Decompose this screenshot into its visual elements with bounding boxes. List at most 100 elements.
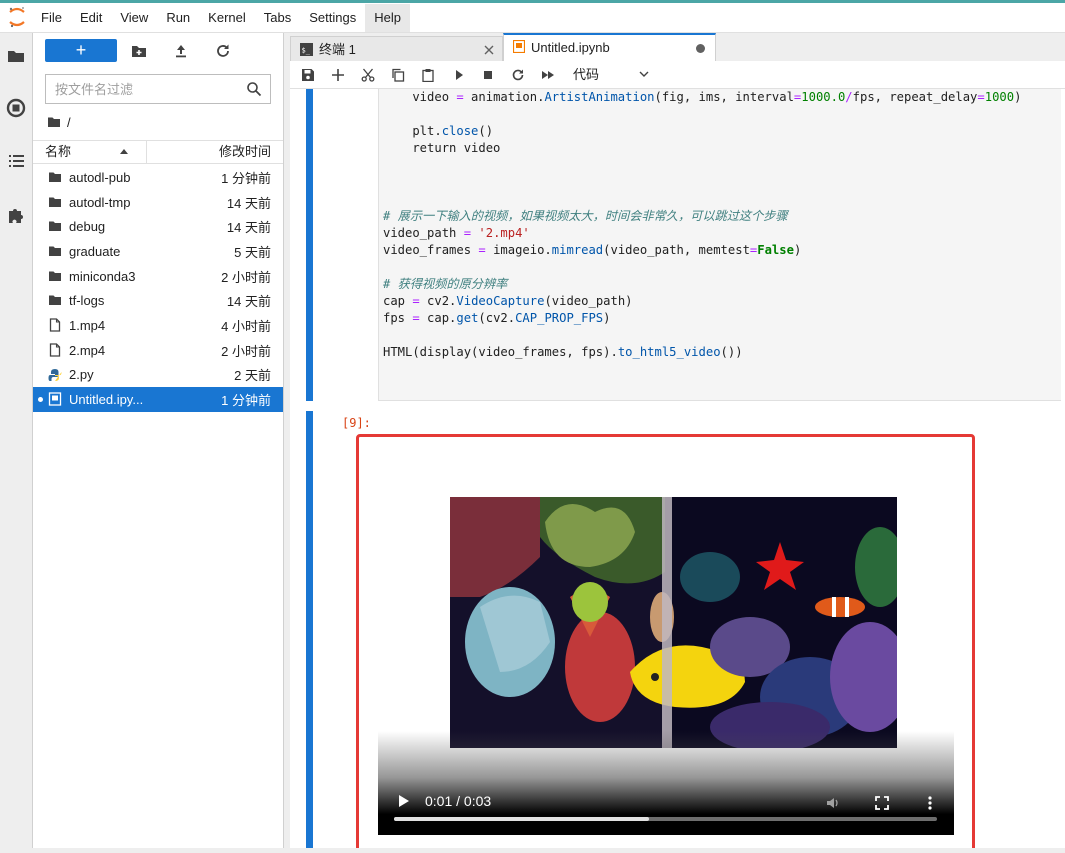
scrollbar[interactable] [1061,89,1065,853]
top-bar: File Edit View Run Kernel Tabs Settings … [0,0,1065,33]
file-name: 2.mp4 [69,342,106,358]
cell-type-value: 代码 [573,67,600,82]
code-text[interactable]: video = animation.ArtistAnimation(fig, i… [379,89,1064,361]
menu-settings[interactable]: Settings [300,4,365,32]
tab-bar: $_ 终端 1 Untitled.ipynb [290,33,1065,64]
extension-puzzle-icon[interactable] [5,204,27,226]
menu-file[interactable]: File [32,4,71,32]
stop-icon[interactable] [481,68,495,82]
file-row[interactable]: miniconda3 2 小时前 [33,264,283,289]
new-launcher-button[interactable]: + [45,39,117,62]
left-sidebar [0,33,33,853]
file-filter-input[interactable] [46,75,236,103]
tab-label: 终端 1 [319,42,356,57]
main-area: $_ 终端 1 Untitled.ipynb 代码 video = animat… [284,33,1065,853]
column-modified-header[interactable]: 修改时间 [147,141,283,163]
restart-kernel-icon[interactable] [511,68,525,82]
folder-icon [49,246,61,257]
file-name: autodl-pub [69,169,131,185]
file-filter-field[interactable] [45,74,271,104]
cell-type-dropdown[interactable]: 代码 [573,66,651,84]
chevron-down-icon [639,71,649,77]
breadcrumb-root[interactable]: / [67,115,71,130]
file-modified-time: 1 分钟前 [221,170,271,186]
new-folder-icon[interactable] [130,42,148,60]
add-cell-icon[interactable] [331,68,345,82]
output-prompt: [9]: [342,416,371,430]
run-icon[interactable] [452,68,466,82]
file-row[interactable]: Untitled.ipy... 1 分钟前 [33,387,283,412]
jupyter-logo-icon [9,7,25,28]
code-editor[interactable]: video = animation.ArtistAnimation(fig, i… [378,89,1065,401]
cut-icon[interactable] [361,68,375,82]
file-name: miniconda3 [69,268,136,284]
tab-label: Untitled.ipynb [531,40,610,55]
red-highlight-box [356,434,975,852]
menu-run[interactable]: Run [157,4,199,32]
file-modified-time: 14 天前 [226,294,271,310]
close-icon[interactable] [484,45,494,55]
upload-icon[interactable] [172,42,190,60]
menu-bar: File Edit View Run Kernel Tabs Settings … [32,4,410,32]
tab-terminal-1[interactable]: $_ 终端 1 [290,36,503,64]
file-row[interactable]: graduate 5 天前 [33,239,283,264]
output-cell-active-bar[interactable] [306,411,313,853]
file-name: debug [69,219,106,235]
folder-icon [49,197,61,207]
file-list-header: 名称 修改时间 [33,140,283,164]
file-row[interactable]: autodl-pub 1 分钟前 [33,165,283,190]
column-name-header[interactable]: 名称 [33,141,147,163]
file-name: 1.mp4 [69,317,106,333]
file-name: 2.py [69,367,94,383]
top-accent-line [0,0,1065,3]
sort-ascending-icon [120,149,128,154]
file-list: autodl-pub 1 分钟前 autodl-tmp 14 天前 debug 14 天前… [33,165,283,412]
paste-icon[interactable] [421,68,435,82]
file-name: autodl-tmp [69,194,131,210]
file-row[interactable]: tf-logs 14 天前 [33,288,283,313]
notebook-panel: video = animation.ArtistAnimation(fig, i… [290,89,1065,853]
restart-run-all-icon[interactable] [541,68,555,82]
terminal-icon: $_ [300,43,313,56]
code-cell-active-bar[interactable] [306,89,313,401]
copy-icon[interactable] [391,68,405,82]
notebook-icon [513,40,525,53]
folder-icon [49,221,61,232]
menu-tabs[interactable]: Tabs [255,4,300,32]
folder-icon [48,117,60,127]
file-modified-time: 2 小时前 [221,343,271,359]
file-row[interactable]: 2.mp4 2 小时前 [33,338,283,363]
file-name: tf-logs [69,293,105,309]
running-stop-icon[interactable] [5,97,27,119]
file-modified-time: 4 小时前 [221,318,271,334]
table-of-contents-icon[interactable] [5,150,27,172]
python-file-icon [48,368,62,381]
file-modified-time: 1 分钟前 [221,393,271,409]
unsaved-dot-icon[interactable] [696,44,705,53]
notebook-icon [48,392,62,406]
menu-kernel[interactable]: Kernel [199,4,255,32]
svg-text:$_: $_ [302,47,311,55]
file-modified-time: 14 天前 [226,220,271,236]
tab-untitled-notebook[interactable]: Untitled.ipynb [503,33,716,62]
file-browser: + / 名称 修改时间 autodl-pub 1 分钟前 autodl-tmp 14 … [33,33,284,853]
menu-edit[interactable]: Edit [71,4,111,32]
refresh-icon[interactable] [214,42,232,60]
menu-help[interactable]: Help [365,4,410,32]
file-name: Untitled.ipy... [69,392,144,408]
folder-icon [49,271,61,281]
folder-icon [49,172,61,182]
file-modified-time: 5 天前 [234,244,271,260]
breadcrumb[interactable]: / [47,113,71,131]
search-icon [247,82,262,97]
file-row[interactable]: debug 14 天前 [33,214,283,239]
file-row[interactable]: autodl-tmp 14 天前 [33,190,283,215]
file-row[interactable]: 1.mp4 4 小时前 [33,313,283,338]
save-icon[interactable] [301,68,315,82]
folder-icon[interactable] [5,45,27,67]
bottom-edge [0,848,1065,853]
menu-view[interactable]: View [111,4,157,32]
file-icon [49,343,61,357]
running-dot-icon [38,397,43,403]
file-row[interactable]: 2.py 2 天前 [33,363,283,388]
